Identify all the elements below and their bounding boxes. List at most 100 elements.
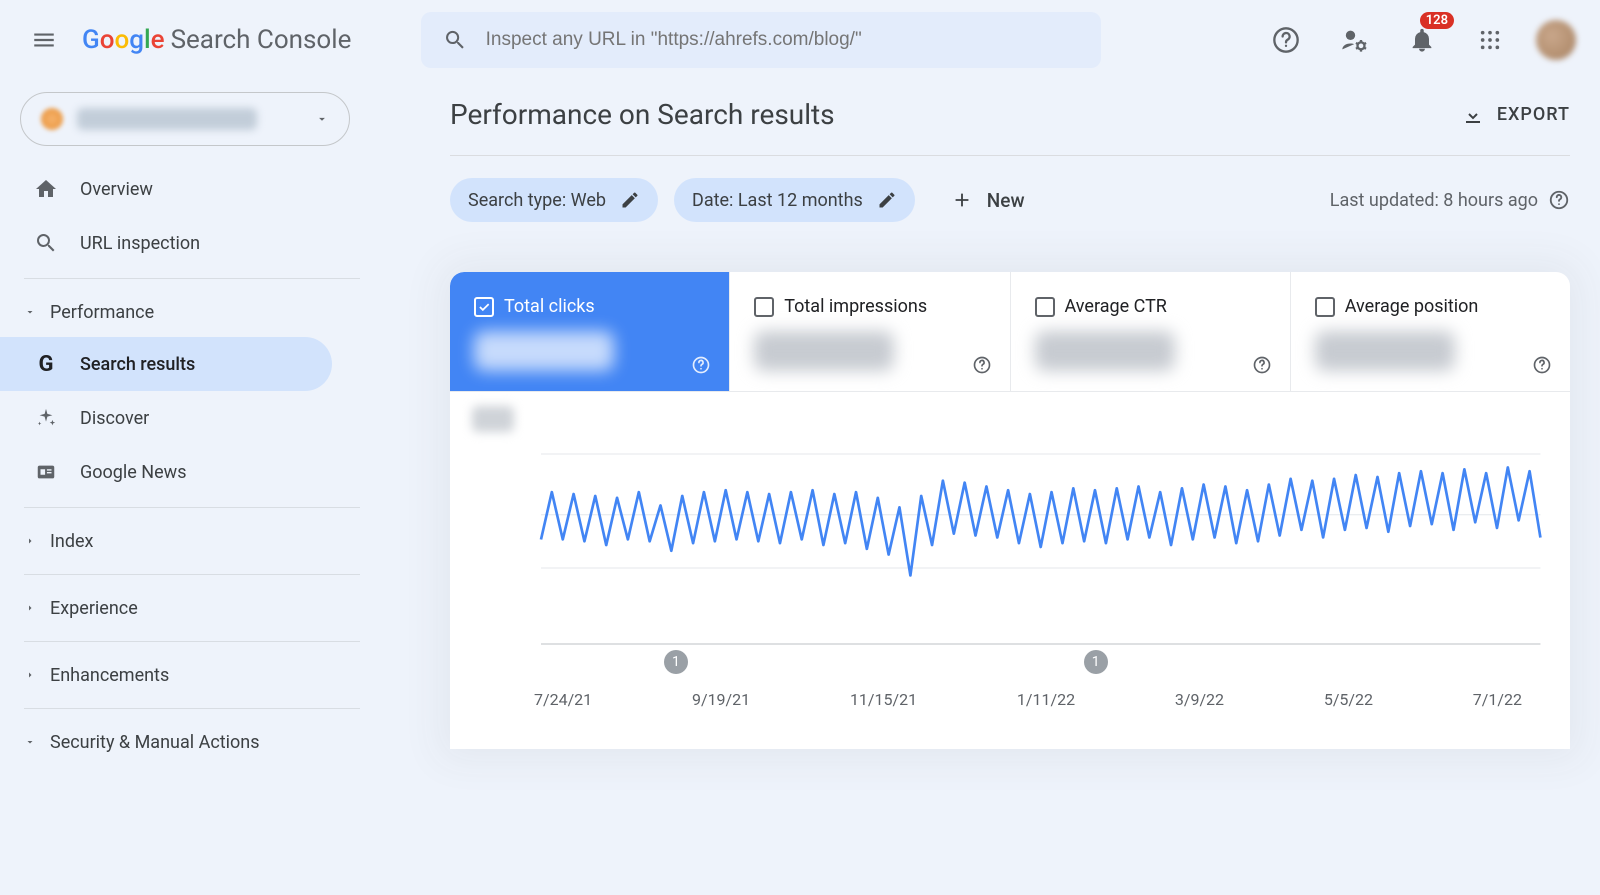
caret-right-icon — [24, 535, 36, 547]
add-filter-button[interactable]: New — [951, 189, 1025, 212]
chart-area: 11 7/24/219/19/2111/15/211/11/223/9/225/… — [450, 392, 1570, 749]
help-icon[interactable] — [972, 355, 992, 375]
metric-value-redacted — [1315, 331, 1455, 371]
metric-label: Total clicks — [504, 296, 595, 317]
x-tick-label: 1/11/22 — [1017, 690, 1075, 709]
metric-label: Average CTR — [1065, 296, 1167, 317]
x-tick-label: 3/9/22 — [1175, 690, 1224, 709]
chip-label: Date: Last 12 months — [692, 190, 863, 211]
pencil-icon — [877, 190, 897, 210]
divider — [24, 507, 360, 508]
y-axis-label-redacted — [472, 406, 514, 432]
x-tick-label: 11/15/21 — [850, 690, 917, 709]
divider — [24, 278, 360, 279]
sidebar-item-discover[interactable]: Discover — [0, 391, 360, 445]
spark-icon — [34, 407, 58, 429]
sidebar-section-index[interactable]: Index — [0, 516, 360, 566]
metric-average-ctr[interactable]: Average CTR — [1011, 272, 1291, 391]
checkbox-unchecked-icon — [1035, 297, 1055, 317]
sidebar-item-google-news[interactable]: Google News — [0, 445, 360, 499]
sidebar-item-label: Search results — [80, 354, 195, 375]
metric-total-clicks[interactable]: Total clicks — [450, 272, 730, 391]
hamburger-menu-button[interactable] — [20, 16, 68, 64]
sidebar-item-overview[interactable]: Overview — [0, 162, 360, 216]
export-button[interactable]: EXPORT — [1461, 103, 1570, 127]
google-apps-button[interactable] — [1468, 18, 1512, 62]
help-icon — [1272, 26, 1300, 54]
search-icon — [443, 27, 467, 53]
chip-search-type[interactable]: Search type: Web — [450, 178, 658, 222]
caret-right-icon — [24, 602, 36, 614]
performance-card: Total clicks Total impressions — [450, 272, 1570, 749]
metric-average-position[interactable]: Average position — [1291, 272, 1570, 391]
help-icon[interactable] — [1252, 355, 1272, 375]
google-logo-text: Google — [82, 25, 165, 55]
x-tick-label: 7/24/21 — [534, 690, 592, 709]
section-label: Performance — [50, 302, 154, 323]
export-label: EXPORT — [1497, 104, 1570, 125]
section-label: Experience — [50, 598, 138, 619]
metric-label: Average position — [1345, 296, 1479, 317]
sidebar: Overview URL inspection Performance G Se… — [0, 80, 370, 767]
sidebar-section-enhancements[interactable]: Enhancements — [0, 650, 360, 700]
x-axis-labels: 7/24/219/19/2111/15/211/11/223/9/225/5/2… — [534, 690, 1522, 709]
property-selector[interactable] — [20, 92, 350, 146]
sidebar-section-experience[interactable]: Experience — [0, 583, 360, 633]
app-logo: Google Search Console — [82, 25, 351, 55]
x-tick-label: 9/19/21 — [692, 690, 750, 709]
new-label: New — [987, 189, 1025, 212]
caret-down-icon — [315, 112, 329, 126]
sidebar-item-label: Overview — [80, 179, 153, 200]
page-header: Performance on Search results EXPORT — [450, 98, 1570, 156]
sidebar-section-security[interactable]: Security & Manual Actions — [0, 717, 360, 767]
hamburger-icon — [31, 27, 57, 53]
divider — [24, 641, 360, 642]
url-inspect-input[interactable] — [486, 29, 1080, 51]
caret-right-icon — [24, 669, 36, 681]
page-title: Performance on Search results — [450, 98, 835, 131]
help-icon[interactable] — [691, 355, 711, 375]
plus-icon — [951, 189, 973, 211]
chart-annotation-bubble[interactable]: 1 — [664, 650, 688, 674]
checkbox-unchecked-icon — [754, 297, 774, 317]
bell-icon — [1408, 26, 1436, 54]
chart-annotation-bubble[interactable]: 1 — [1084, 650, 1108, 674]
avatar[interactable] — [1536, 20, 1576, 60]
chip-label: Search type: Web — [468, 190, 606, 211]
help-button[interactable] — [1264, 18, 1308, 62]
manage-users-button[interactable] — [1332, 18, 1376, 62]
caret-down-icon — [24, 736, 36, 748]
metric-value-redacted — [1035, 331, 1175, 371]
metric-total-impressions[interactable]: Total impressions — [730, 272, 1010, 391]
sidebar-item-url-inspection[interactable]: URL inspection — [0, 216, 360, 270]
user-settings-icon — [1340, 26, 1368, 54]
sidebar-section-performance[interactable]: Performance — [0, 287, 360, 337]
checkbox-unchecked-icon — [1315, 297, 1335, 317]
notifications-button[interactable]: 128 — [1400, 18, 1444, 62]
google-g-icon: G — [34, 352, 58, 377]
section-label: Enhancements — [50, 665, 169, 686]
metric-value-redacted — [474, 331, 614, 371]
sidebar-item-label: Discover — [80, 408, 149, 429]
section-label: Index — [50, 531, 93, 552]
sidebar-item-label: Google News — [80, 462, 187, 483]
help-icon[interactable] — [1548, 189, 1570, 211]
sidebar-item-search-results[interactable]: G Search results — [0, 337, 332, 391]
line-chart — [474, 414, 1546, 674]
top-icons: 128 — [1264, 18, 1576, 62]
pencil-icon — [620, 190, 640, 210]
last-updated: Last updated: 8 hours ago — [1330, 189, 1570, 211]
sidebar-item-label: URL inspection — [80, 233, 200, 254]
property-favicon — [41, 108, 63, 130]
x-tick-label: 7/1/22 — [1473, 690, 1522, 709]
help-icon[interactable] — [1532, 355, 1552, 375]
download-icon — [1461, 103, 1485, 127]
main-content: Performance on Search results EXPORT Sea… — [370, 80, 1600, 767]
url-inspect-searchbar[interactable] — [421, 12, 1101, 68]
metric-value-redacted — [754, 331, 894, 371]
divider — [24, 574, 360, 575]
chip-date-range[interactable]: Date: Last 12 months — [674, 178, 915, 222]
section-label: Security & Manual Actions — [50, 732, 260, 753]
property-name-redacted — [77, 108, 257, 130]
top-bar: Google Search Console 128 — [0, 0, 1600, 80]
